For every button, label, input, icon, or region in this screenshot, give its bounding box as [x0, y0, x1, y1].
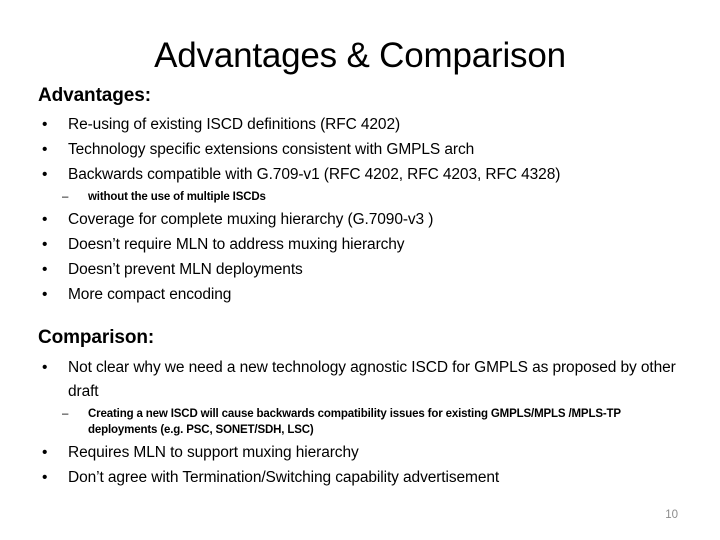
list-item: • Technology specific extensions consist… — [38, 138, 692, 162]
comparison-list: • Not clear why we need a new technology… — [38, 356, 692, 404]
comparison-heading: Comparison: — [38, 327, 155, 348]
list-item-text: Doesn’t require MLN to address muxing hi… — [68, 236, 405, 253]
list-item: • Doesn’t require MLN to address muxing … — [38, 233, 692, 257]
comparison-sub-list: – Creating a new ISCD will cause backwar… — [38, 406, 692, 438]
list-item-text: Doesn’t prevent MLN deployments — [68, 261, 303, 278]
bullet-marker-icon: • — [42, 261, 48, 278]
bullet-marker-icon: • — [42, 116, 48, 133]
list-item: • Re-using of existing ISCD definitions … — [38, 113, 692, 137]
list-item-text: Backwards compatible with G.709-v1 (RFC … — [68, 166, 561, 183]
slide-body: Advantages: • Re-using of existing ISCD … — [38, 84, 692, 491]
advantages-list-continued: • Coverage for complete muxing hierarchy… — [38, 208, 692, 307]
list-item-text: Don’t agree with Termination/Switching c… — [68, 469, 500, 486]
list-item: • Backwards compatible with G.709-v1 (RF… — [38, 163, 692, 187]
list-item-text: Not clear why we need a new technology a… — [68, 359, 676, 400]
bullet-marker-icon: • — [42, 166, 48, 183]
advantages-sub-list: – without the use of multiple ISCDs — [38, 189, 692, 205]
slide-number: 10 — [665, 509, 678, 521]
list-item: • Coverage for complete muxing hierarchy… — [38, 208, 692, 232]
page-title: Advantages & Comparison — [154, 36, 566, 75]
bullet-marker-icon: • — [42, 141, 48, 158]
dash-marker-icon: – — [62, 408, 69, 420]
comparison-list-continued: • Requires MLN to support muxing hierarc… — [38, 441, 692, 490]
bullet-marker-icon: • — [42, 286, 48, 303]
list-item-text: Technology specific extensions consisten… — [68, 141, 475, 158]
sub-list-item: – Creating a new ISCD will cause backwar… — [38, 406, 692, 438]
sub-list-item-text: without the use of multiple ISCDs — [88, 191, 266, 203]
list-item: • Not clear why we need a new technology… — [38, 356, 692, 404]
advantages-list: • Re-using of existing ISCD definitions … — [38, 113, 692, 187]
bullet-marker-icon: • — [42, 211, 48, 228]
sub-list-item: – without the use of multiple ISCDs — [38, 189, 692, 205]
slide: Advantages & Comparison Advantages: • Re… — [0, 0, 720, 540]
bullet-marker-icon: • — [42, 469, 48, 486]
list-item: • More compact encoding — [38, 283, 692, 307]
list-item-text: More compact encoding — [68, 286, 232, 303]
bullet-marker-icon: • — [42, 444, 48, 461]
list-item: • Doesn’t prevent MLN deployments — [38, 258, 692, 282]
dash-marker-icon: – — [62, 191, 69, 203]
bullet-marker-icon: • — [42, 359, 48, 376]
list-item: • Don’t agree with Termination/Switching… — [38, 466, 692, 490]
list-item: • Requires MLN to support muxing hierarc… — [38, 441, 692, 465]
advantages-heading: Advantages: — [38, 85, 151, 106]
sub-list-item-text: Creating a new ISCD will cause backwards… — [88, 408, 621, 436]
bullet-marker-icon: • — [42, 236, 48, 253]
list-item-text: Coverage for complete muxing hierarchy (… — [68, 211, 434, 228]
list-item-text: Re-using of existing ISCD definitions (R… — [68, 116, 401, 133]
list-item-text: Requires MLN to support muxing hierarchy — [68, 444, 359, 461]
